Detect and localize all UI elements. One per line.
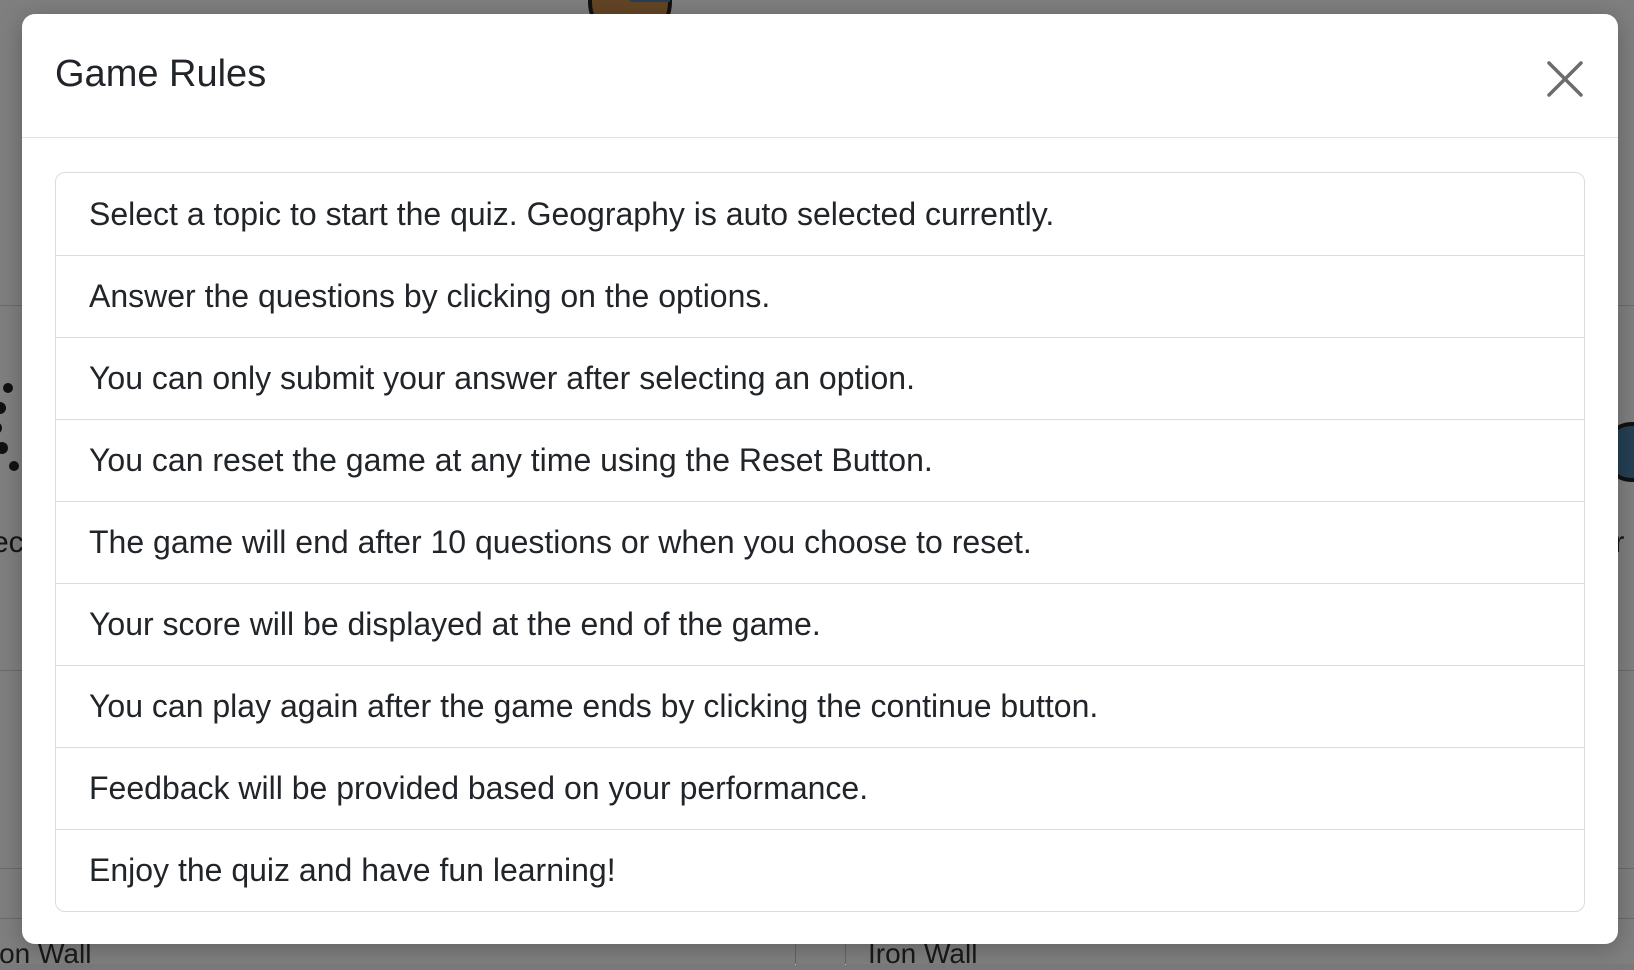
close-button[interactable] bbox=[1540, 54, 1590, 104]
rule-item: Feedback will be provided based on your … bbox=[56, 747, 1584, 829]
rule-item: The game will end after 10 questions or … bbox=[56, 501, 1584, 583]
rule-item: You can reset the game at any time using… bbox=[56, 419, 1584, 501]
rule-item: You can only submit your answer after se… bbox=[56, 337, 1584, 419]
close-icon bbox=[1547, 61, 1583, 97]
rules-list: Select a topic to start the quiz. Geogra… bbox=[55, 172, 1585, 912]
rule-item: Answer the questions by clicking on the … bbox=[56, 255, 1584, 337]
modal-header: Game Rules bbox=[22, 14, 1618, 138]
rule-item: Your score will be displayed at the end … bbox=[56, 583, 1584, 665]
rule-item: Select a topic to start the quiz. Geogra… bbox=[89, 195, 1055, 232]
rule-item: You can play again after the game ends b… bbox=[56, 665, 1584, 747]
modal-body: Select a topic to start the quiz. Geogra… bbox=[55, 172, 1585, 912]
game-rules-modal: Game Rules Select a topic to start the q… bbox=[22, 14, 1618, 944]
modal-title: Game Rules bbox=[55, 53, 267, 95]
rule-item: Enjoy the quiz and have fun learning! bbox=[56, 829, 1584, 911]
